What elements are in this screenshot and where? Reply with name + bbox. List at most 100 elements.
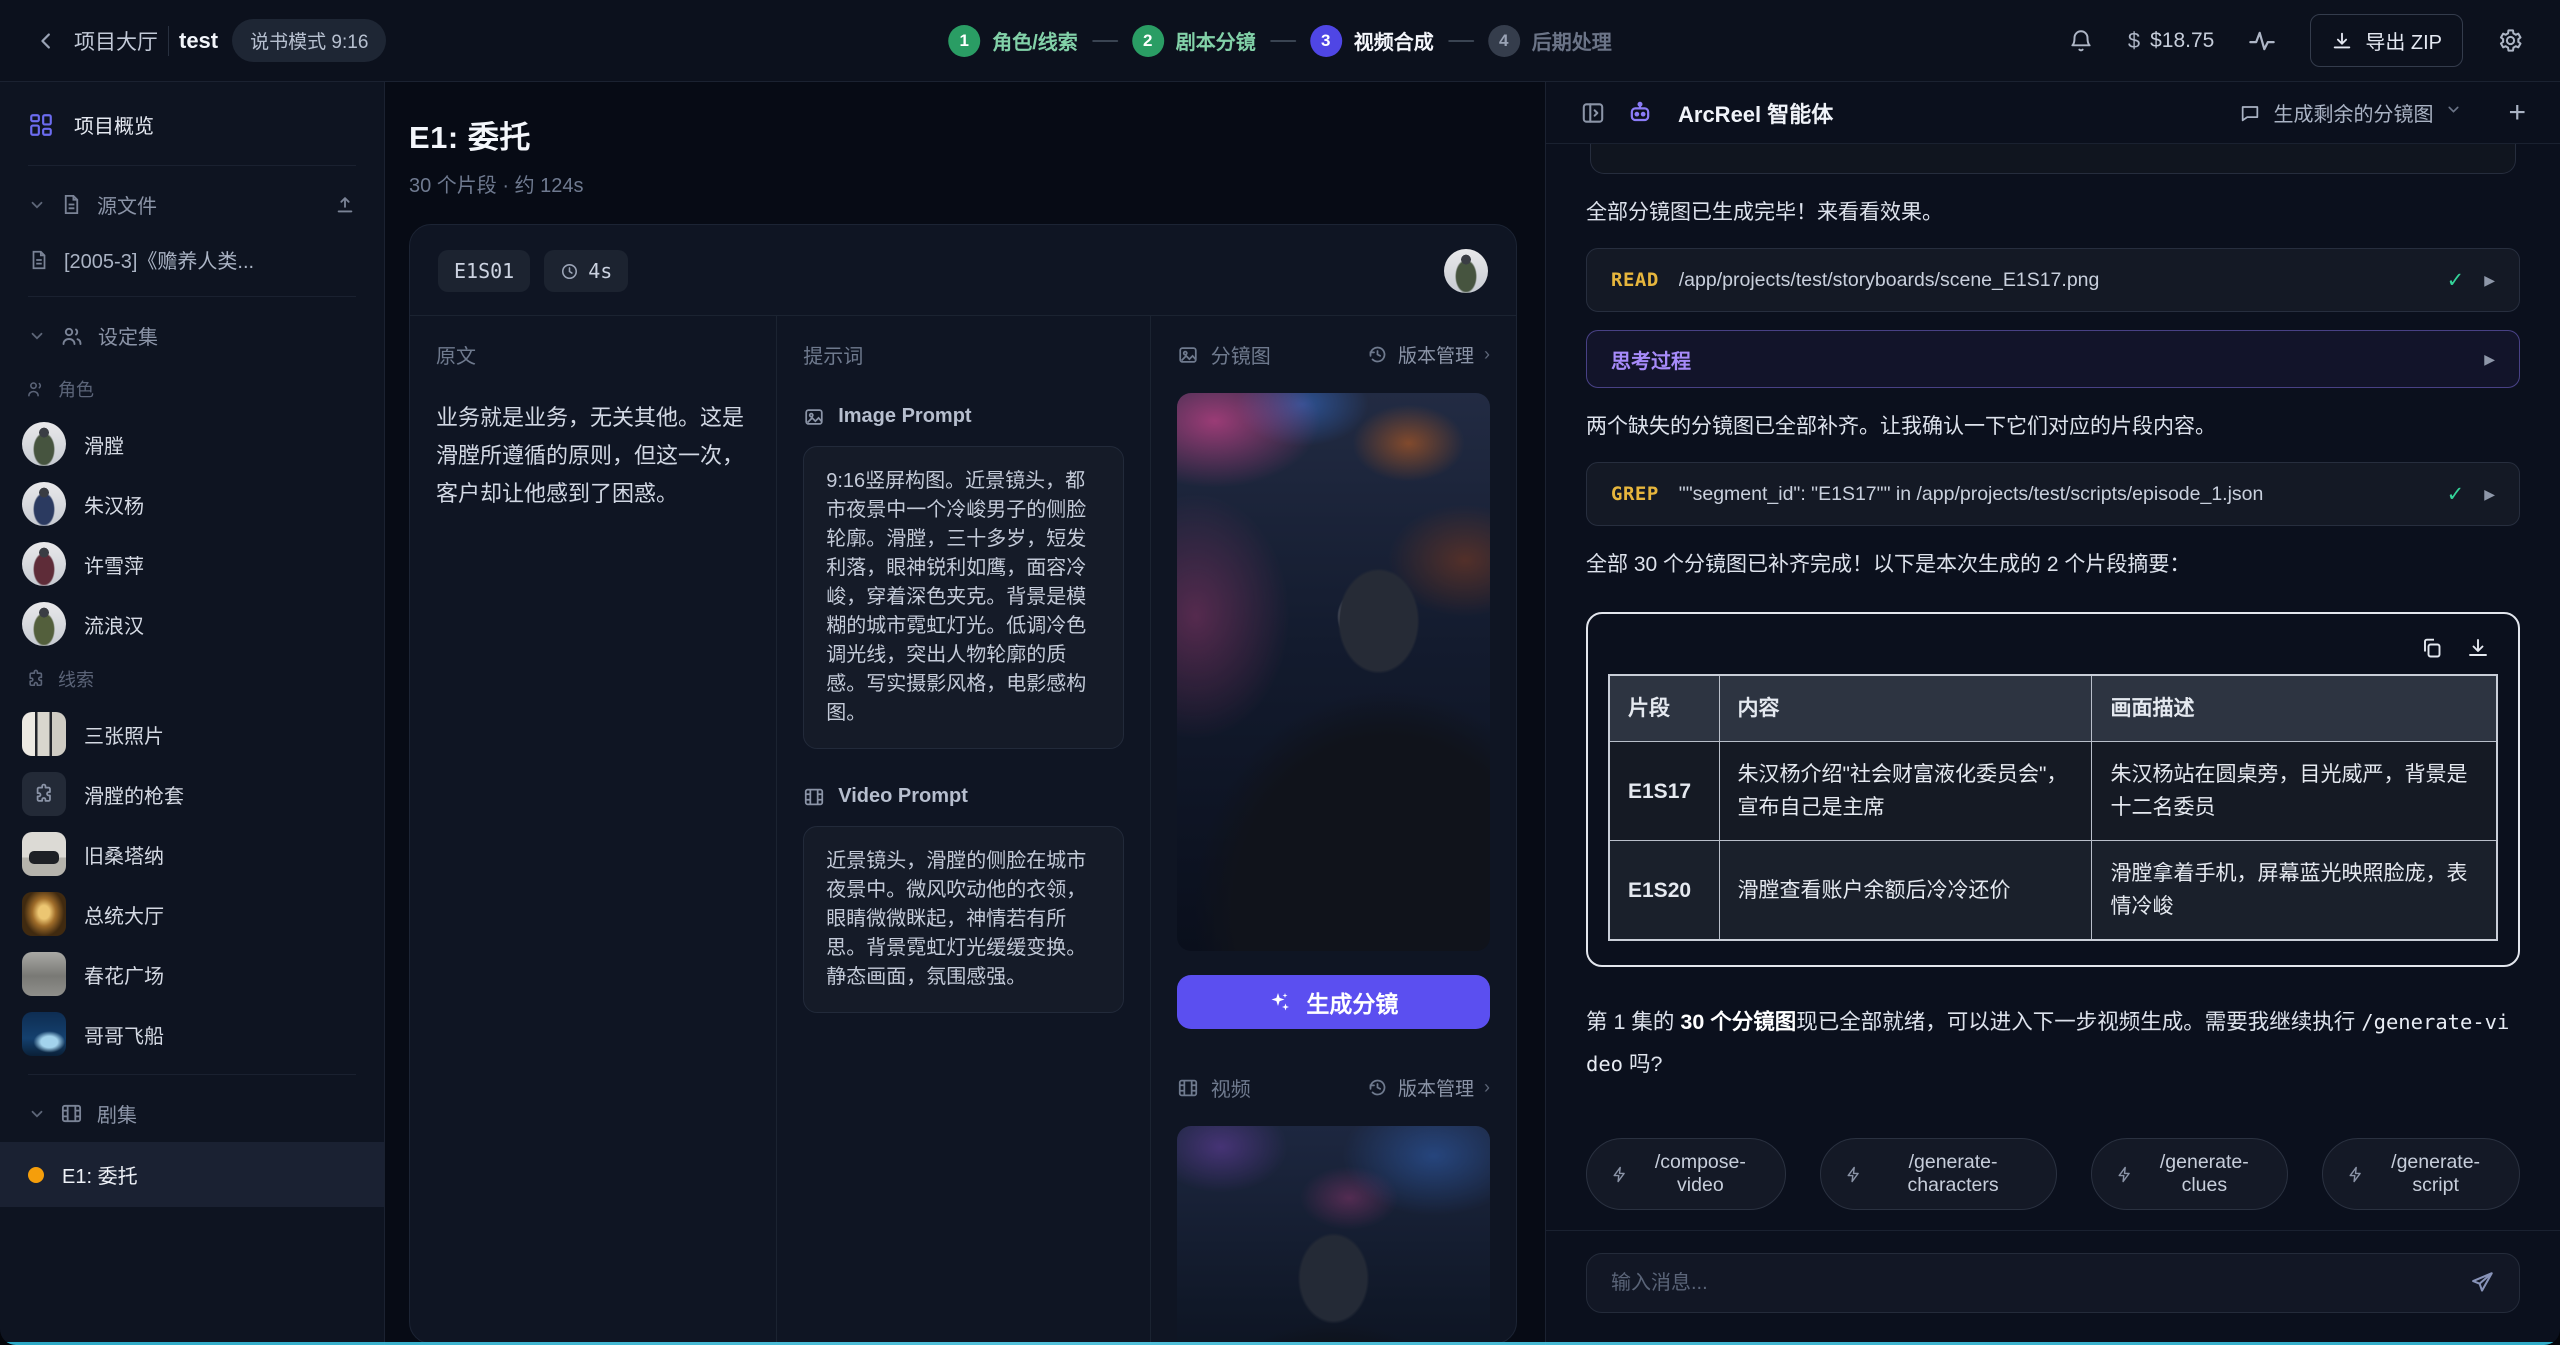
film-icon <box>803 786 825 808</box>
document-icon <box>60 193 83 216</box>
video-prompt-text[interactable]: 近景镜头，滑膛的侧脸在城市夜景中。微风吹动他的衣领，眼睛微微眯起，神情若有所思。… <box>803 826 1124 1013</box>
grid-icon <box>28 112 54 138</box>
section-episodes[interactable]: 剧集 <box>0 1085 384 1142</box>
character-avatar <box>22 422 66 466</box>
segment-card-header: E1S01 4s <box>410 225 1516 315</box>
back-label[interactable]: 项目大厅 <box>74 26 158 56</box>
chevron-right-icon: › <box>1484 1077 1490 1098</box>
export-zip-button[interactable]: 导出 ZIP <box>2310 14 2463 67</box>
command-pill-generate-script[interactable]: /generate-script <box>2322 1138 2520 1210</box>
character-item[interactable]: 许雪萍 <box>0 534 384 594</box>
workflow-steps: 1 角色/线索 2 剧本分镜 3 视频合成 4 后期处理 <box>948 25 1612 57</box>
section-source-files[interactable]: 源文件 <box>0 176 384 233</box>
sidebar-item-project-overview[interactable]: 项目概览 <box>0 94 384 155</box>
character-item[interactable]: 流浪汉 <box>0 594 384 654</box>
table-header-row: 片段 内容 画面描述 <box>1609 675 2497 742</box>
upload-icon[interactable] <box>334 194 356 216</box>
send-icon[interactable] <box>2469 1270 2495 1296</box>
video-version-manager[interactable]: 版本管理 › <box>1367 1074 1490 1101</box>
label-roles: 角色 <box>0 364 384 414</box>
generate-storyboard-button[interactable]: 生成分镜 <box>1177 975 1490 1029</box>
download-icon[interactable] <box>2466 636 2490 660</box>
message-input[interactable] <box>1611 1272 2469 1295</box>
expand-play-icon[interactable]: ▶ <box>2484 351 2495 368</box>
chevron-down-icon <box>28 1105 46 1123</box>
breadcrumb-divider <box>168 26 169 56</box>
agent-message: 全部 30 个分镜图已补齐完成！以下是本次生成的 2 个片段摘要： <box>1586 548 2520 582</box>
original-text[interactable]: 业务就是业务，无关其他。这是滑膛所遵循的原则，但这一次，客户却让他感到了困惑。 <box>436 399 750 513</box>
agent-title: ArcReel 智能体 <box>1678 97 1833 129</box>
people-icon <box>60 324 84 348</box>
lightning-icon <box>2347 1166 2364 1183</box>
top-bar: 项目大厅 test 说书模式 9:16 1 角色/线索 2 剧本分镜 3 视频合… <box>0 0 2560 82</box>
clue-item[interactable]: 滑膛的枪套 <box>0 764 384 824</box>
project-sidebar: 项目概览 源文件 [2005-3]《赡养人类... <box>0 82 385 1345</box>
activity-pulse-icon[interactable] <box>2248 27 2276 55</box>
tool-call-read[interactable]: READ /app/projects/test/storyboards/scen… <box>1586 248 2520 312</box>
collapse-panel-icon[interactable] <box>1580 100 1606 126</box>
character-item[interactable]: 朱汉杨 <box>0 474 384 534</box>
tool-argument: ""segment_id": "E1S17"" in /app/projects… <box>1679 483 2427 506</box>
lightning-icon <box>2116 1166 2133 1183</box>
success-check-icon: ✓ <box>2447 482 2465 507</box>
clue-item[interactable]: 旧桑塔纳 <box>0 824 384 884</box>
step-number: 2 <box>1132 25 1164 57</box>
command-pill-generate-characters[interactable]: /generate-characters <box>1820 1138 2058 1210</box>
divider <box>28 1074 356 1075</box>
tool-call-grep[interactable]: GREP ""segment_id": "E1S17"" in /app/pro… <box>1586 462 2520 526</box>
agent-message: 两个缺失的分镜图已全部补齐。让我确认一下它们对应的片段内容。 <box>1586 410 2520 444</box>
storyboard-version-manager[interactable]: 版本管理 › <box>1367 341 1490 368</box>
command-pill-generate-clues[interactable]: /generate-clues <box>2091 1138 2288 1210</box>
copy-icon[interactable] <box>2420 636 2444 660</box>
step-number: 3 <box>1310 25 1342 57</box>
clue-item[interactable]: 春花广场 <box>0 944 384 1004</box>
storyboard-image[interactable] <box>1177 393 1490 951</box>
tool-command: READ <box>1611 269 1659 291</box>
message-composer[interactable] <box>1586 1253 2520 1313</box>
balance-amount: $18.75 <box>2150 29 2214 53</box>
image-prompt-text[interactable]: 9:16竖屏构图。近景镜头，都市夜景中一个冷峻男子的侧脸轮廓。滑膛，三十多岁，短… <box>803 446 1124 749</box>
chevron-down-icon <box>28 327 46 345</box>
storyboard-column: 分镜图 版本管理 › <box>1150 316 1516 1344</box>
table-row: E1S20 滑膛查看账户余额后冷冷还价 滑膛拿着手机，屏幕蓝光映照脸庞，表情冷峻 <box>1609 841 2497 941</box>
thinking-process-box[interactable]: 思考过程 ▶ <box>1586 330 2520 388</box>
video-prompt-label: Video Prompt <box>803 785 1124 808</box>
segment-id-badge: E1S01 <box>438 250 530 292</box>
wallet-balance[interactable]: $ $18.75 <box>2128 28 2214 54</box>
clue-item[interactable]: 哥哥飞船 <box>0 1004 384 1064</box>
clue-thumbnail <box>22 712 66 756</box>
step-script-storyboard[interactable]: 2 剧本分镜 <box>1132 25 1256 57</box>
step-video-compose[interactable]: 3 视频合成 <box>1310 25 1434 57</box>
episode-panel: E1: 委托 30 个片段 · 约 124s E1S01 4s <box>385 82 1545 1345</box>
source-file-item[interactable]: [2005-3]《赡养人类... <box>0 233 384 286</box>
step-connector <box>1448 40 1474 42</box>
clue-thumbnail <box>22 1012 66 1056</box>
app-window: 项目大厅 test 说书模式 9:16 1 角色/线索 2 剧本分镜 3 视频合… <box>0 0 2560 1345</box>
command-pill-compose-video[interactable]: /compose-video <box>1586 1138 1786 1210</box>
notifications-bell-icon[interactable] <box>2068 28 2094 54</box>
session-selector[interactable]: 生成剩余的分镜图 <box>2239 98 2462 127</box>
segment-character-avatar[interactable] <box>1444 249 1488 293</box>
label-clues: 线索 <box>0 654 384 704</box>
sidebar-item-episode-1[interactable]: E1: 委托 <box>0 1142 384 1207</box>
episode-status-dot <box>28 1167 44 1183</box>
clue-item[interactable]: 总统大厅 <box>0 884 384 944</box>
step-post-process[interactable]: 4 后期处理 <box>1488 25 1612 57</box>
step-characters-clues[interactable]: 1 角色/线索 <box>948 25 1078 57</box>
section-settings-collection[interactable]: 设定集 <box>0 307 384 364</box>
expand-play-icon[interactable]: ▶ <box>2484 486 2495 503</box>
tool-command: GREP <box>1611 483 1659 505</box>
video-thumbnail[interactable] <box>1177 1126 1490 1344</box>
film-icon <box>1177 1077 1199 1099</box>
chat-scroll-area[interactable]: 全部分镜图已生成完毕！来看看效果。 READ /app/projects/tes… <box>1546 144 2560 1124</box>
agent-message: 全部分镜图已生成完毕！来看看效果。 <box>1586 196 2520 230</box>
agent-header: ArcReel 智能体 生成剩余的分镜图 + <box>1546 82 2560 144</box>
breadcrumb[interactable]: 项目大厅 <box>36 26 158 56</box>
settings-gear-icon[interactable] <box>2497 27 2524 54</box>
character-item[interactable]: 滑膛 <box>0 414 384 474</box>
new-chat-plus-icon[interactable]: + <box>2508 96 2526 130</box>
table-row: E1S17 朱汉杨介绍"社会财富液化委员会"，宣布自己是主席 朱汉杨站在圆桌旁，… <box>1609 742 2497 841</box>
clue-item[interactable]: 三张照片 <box>0 704 384 764</box>
expand-play-icon[interactable]: ▶ <box>2484 272 2495 289</box>
segment-card: E1S01 4s 原文 业务就是业务，无关其他。这是滑膛所遵循的原则，但这一次，… <box>409 224 1517 1344</box>
